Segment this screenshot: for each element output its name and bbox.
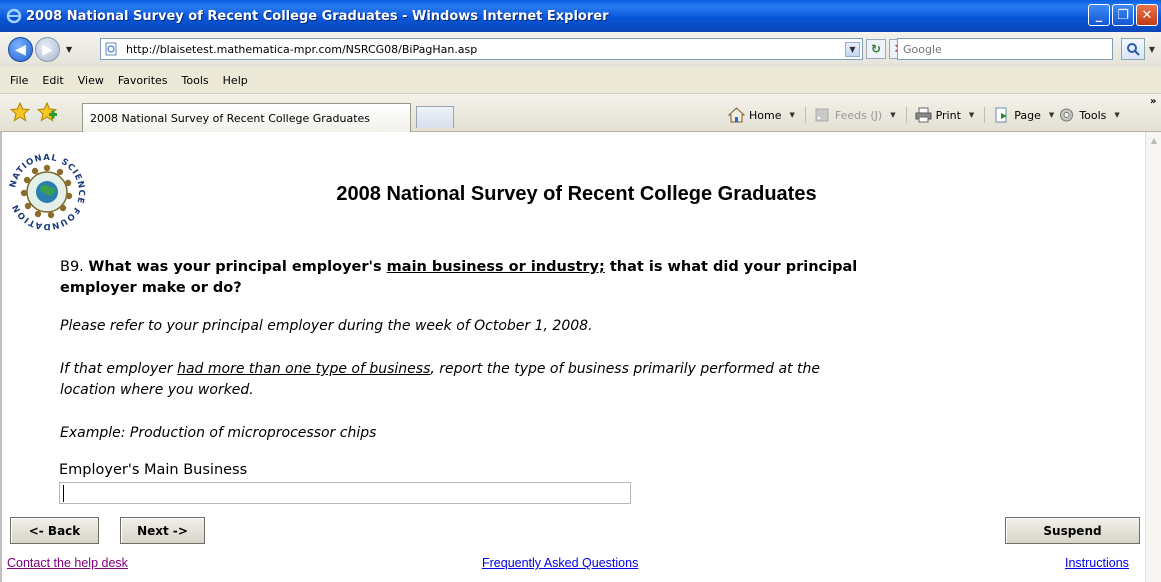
page-label: Page — [1014, 108, 1041, 122]
favorites-star-icon[interactable] — [10, 102, 30, 122]
home-button[interactable]: Home ▼ — [728, 107, 795, 123]
employer-business-label: Employer's Main Business — [59, 462, 248, 478]
faq-link[interactable]: Frequently Asked Questions — [482, 556, 638, 570]
question-underlined: main business or industry; — [386, 259, 605, 275]
new-tab-button[interactable] — [416, 106, 454, 128]
tools-label: Tools — [1079, 108, 1107, 122]
divider — [905, 107, 907, 123]
page-button[interactable]: Page ▼ — [993, 107, 1054, 123]
menu-favorites[interactable]: Favorites — [118, 74, 168, 87]
home-label: Home — [749, 108, 782, 122]
question-line2: employer make or do? — [60, 280, 242, 296]
employer-business-input[interactable] — [60, 483, 630, 503]
text-caret — [63, 485, 64, 502]
add-favorite-icon[interactable] — [37, 102, 57, 122]
divider — [804, 107, 806, 123]
question-text-after: that is what did your principal — [604, 259, 858, 275]
minimize-button[interactable]: _ — [1088, 4, 1110, 26]
employer-business-field[interactable] — [59, 482, 631, 504]
instruction-refer: Please refer to your principal employer … — [60, 318, 593, 334]
gear-icon — [1060, 108, 1074, 122]
divider — [984, 107, 986, 123]
print-button[interactable]: Print ▼ — [915, 107, 974, 123]
restore-button[interactable]: ❐ — [1112, 4, 1134, 26]
menu-view[interactable]: View — [78, 74, 104, 87]
search-options-dropdown-icon[interactable]: ▼ — [1146, 38, 1158, 60]
window-title: 2008 National Survey of Recent College G… — [26, 8, 609, 24]
address-toolbar: ◀ ▶ ▼ http://blaisetest.mathematica-mpr.… — [0, 32, 1161, 67]
menu-help[interactable]: Help — [223, 74, 248, 87]
feeds-icon — [815, 108, 829, 122]
address-dropdown-icon[interactable]: ▼ — [845, 42, 860, 57]
print-icon — [915, 107, 932, 123]
instruction-multiple-after: , report the type of business primarily … — [430, 361, 820, 377]
help-desk-link[interactable]: Contact the help desk — [7, 556, 128, 570]
search-icon[interactable] — [1121, 38, 1145, 60]
instruction-location: location where you worked. — [60, 382, 254, 398]
feeds-button[interactable]: Feeds (J) ▼ — [814, 107, 896, 123]
tab-bar: 2008 National Survey of Recent College G… — [0, 94, 1161, 132]
home-icon — [728, 107, 745, 123]
tab-active-label: 2008 National Survey of Recent College G… — [90, 111, 371, 125]
toolbar-overflow-chevron-icon[interactable]: » — [1150, 96, 1156, 107]
page-menu-icon — [995, 107, 1008, 123]
question-text: B9. What was your principal employer's m… — [60, 259, 857, 275]
command-bar: Home ▼ Feeds (J) ▼ Print ▼ Page ▼ Tools … — [728, 105, 1124, 125]
search-box[interactable] — [897, 38, 1113, 60]
menu-tools[interactable]: Tools — [182, 74, 209, 87]
print-label: Print — [935, 108, 961, 122]
tools-dropdown-icon[interactable]: ▼ — [1114, 111, 1119, 119]
back-button[interactable]: <- Back — [10, 517, 99, 544]
search-input[interactable] — [898, 39, 1112, 59]
scroll-up-icon[interactable]: ▲ — [1146, 132, 1161, 148]
instruction-multiple-underlined: had more than one type of business — [177, 361, 431, 377]
menu-edit[interactable]: Edit — [42, 74, 63, 87]
tab-active[interactable]: 2008 National Survey of Recent College G… — [82, 103, 411, 132]
print-dropdown-icon[interactable]: ▼ — [969, 111, 974, 119]
address-url: http://blaisetest.mathematica-mpr.com/NS… — [126, 42, 478, 56]
recent-pages-dropdown-icon[interactable]: ▼ — [66, 45, 72, 54]
page-icon — [105, 42, 117, 56]
menu-bar: File Edit View Favorites Tools Help — [0, 67, 1161, 94]
feeds-label: Feeds (J) — [834, 108, 883, 122]
ie-logo-icon — [6, 8, 22, 24]
back-nav-button[interactable]: ◀ — [8, 37, 33, 62]
address-field[interactable]: http://blaisetest.mathematica-mpr.com/NS… — [100, 38, 863, 60]
suspend-button[interactable]: Suspend — [1005, 517, 1140, 544]
question-number: B9. — [60, 259, 84, 275]
window-title-bar: 2008 National Survey of Recent College G… — [0, 0, 1161, 32]
tools-button[interactable]: Tools ▼ — [1058, 107, 1120, 123]
close-button[interactable]: ✕ — [1136, 4, 1158, 26]
page-dropdown-icon[interactable]: ▼ — [1049, 111, 1054, 119]
page-title: 2008 National Survey of Recent College G… — [336, 183, 817, 205]
forward-nav-button[interactable]: ▶ — [35, 37, 60, 62]
question-text-before: What was your principal employer's — [88, 259, 387, 275]
instruction-multiple: If that employer had more than one type … — [60, 361, 820, 377]
home-dropdown-icon[interactable]: ▼ — [789, 111, 794, 119]
instruction-multiple-before: If that employer — [60, 361, 178, 377]
menu-file[interactable]: File — [10, 74, 28, 87]
window-controls: _ ❐ ✕ — [1088, 4, 1158, 26]
refresh-icon[interactable]: ↻ — [866, 39, 886, 59]
feeds-dropdown-icon[interactable]: ▼ — [890, 111, 895, 119]
instructions-link[interactable]: Instructions — [1065, 556, 1129, 570]
next-button[interactable]: Next -> — [120, 517, 205, 544]
example-text: Example: Production of microprocessor ch… — [60, 425, 377, 441]
